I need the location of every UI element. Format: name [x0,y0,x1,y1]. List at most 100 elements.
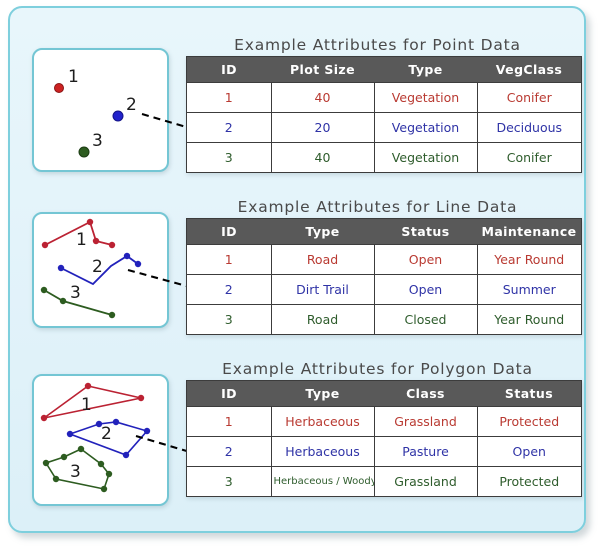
point-r3-type: Vegetation [373,142,478,173]
polygon-r2-status: Open [476,436,582,467]
polygon-header-type[interactable]: Type [271,380,374,407]
polygon-header-class[interactable]: Class [374,380,477,407]
line-1-vertex [92,237,100,245]
line-attribute-table: ID Type Status Maintenance 1 Road Open Y… [186,218,582,335]
polygon-r3-status: Protected [476,466,582,497]
point-feature-label-3: 3 [92,131,103,151]
polygon-header-id[interactable]: ID [186,380,271,407]
polygon-feature-label-1: 1 [81,395,92,415]
point-header-plotsize[interactable]: Plot Size [271,56,374,83]
point-feature-3 [78,146,90,158]
line-1-vertex [41,241,49,249]
table-row[interactable]: 1 Herbaceous Grassland Protected [186,406,582,437]
polygon-2-vertex [122,451,130,459]
line-r1-id: 1 [186,244,272,275]
section-polygon-data: Example Attributes for Polygon Data 1 2 [10,346,584,526]
line-geometry-graphic: 1 2 3 [40,218,142,319]
polygon-feature-label-2: 2 [101,424,112,444]
table-row[interactable]: 3 Herbaceous / Woody Grassland Protected [186,466,582,497]
point-attribute-table: ID Plot Size Type VegClass 1 40 Vegetati… [186,56,582,173]
polygon-table-header-row: ID Type Class Status [186,380,582,407]
polygon-geometry-graphic: 1 2 3 [40,382,151,493]
line-r3-type: Road [270,304,375,335]
section-line-data: Example Attributes for Line Data 1 2 3 I… [10,184,584,346]
line-r1-maintenance: Year Round [476,244,582,275]
table-row[interactable]: 1 Road Open Year Round [186,244,582,275]
polygon-r1-status: Protected [476,406,582,437]
section-title-line: Example Attributes for Line Data [237,198,518,216]
point-r2-type: Vegetation [373,112,478,143]
polygon-3-vertex [100,485,108,493]
polygon-r3-type: Herbaceous / Woody [270,466,375,497]
table-row[interactable]: 2 Herbaceous Pasture Open [186,436,582,467]
line-geometry-panel: 1 2 3 [32,212,169,328]
point-feature-label-2: 2 [126,95,137,115]
line-1-vertex [86,218,94,226]
line-header-status[interactable]: Status [374,218,477,245]
table-row[interactable]: 3 Road Closed Year Round [186,304,582,335]
line-1-vertex [108,241,116,249]
line-3-vertex [59,297,67,305]
point-r2-vegclass: Deciduous [476,112,582,143]
point-table-header-row: ID Plot Size Type VegClass [186,56,582,83]
table-row[interactable]: 3 40 Vegetation Conifer [186,142,582,173]
polygon-1-vertex [84,382,92,390]
line-header-type[interactable]: Type [271,218,374,245]
line-3-vertex [40,286,48,294]
polygon-r2-type: Herbaceous [270,436,375,467]
line-r3-id: 3 [186,304,272,335]
line-feature-label-1: 1 [76,230,87,250]
line-r2-status: Open [373,274,478,305]
point-r2-id: 2 [186,112,272,143]
point-header-type[interactable]: Type [374,56,477,83]
polygon-3-vertex [105,470,113,478]
table-row[interactable]: 2 20 Vegetation Deciduous [186,112,582,143]
point-feature-2 [112,110,124,122]
section-title-point: Example Attributes for Point Data [234,36,521,54]
line-2-vertex [123,252,131,260]
line-2-vertex [134,260,142,268]
point-r1-plotsize: 40 [270,82,375,113]
point-geometry-graphic: 1 2 3 [54,67,137,158]
polygon-2-vertex [112,418,120,426]
table-row[interactable]: 2 Dirt Trail Open Summer [186,274,582,305]
line-header-id[interactable]: ID [186,218,271,245]
polygon-2-vertex [66,430,74,438]
polygon-3-vertex [77,445,85,453]
polygon-3-vertex [60,453,68,461]
point-r3-vegclass: Conifer [476,142,582,173]
point-header-vegclass[interactable]: VegClass [477,56,582,83]
line-feature-label-2: 2 [92,257,103,277]
line-r2-id: 2 [186,274,272,305]
point-r2-plotsize: 20 [270,112,375,143]
polygon-feature-1 [43,385,142,419]
line-r2-maintenance: Summer [476,274,582,305]
point-geometry-panel: 1 2 3 [32,48,169,172]
line-feature-label-3: 3 [70,283,81,303]
point-r3-id: 3 [186,142,272,173]
polygon-1-vertex [137,394,145,402]
polygon-r1-id: 1 [186,406,272,437]
table-row[interactable]: 1 40 Vegetation Conifer [186,82,582,113]
polygon-r1-class: Grassland [373,406,478,437]
polygon-1-vertex [40,414,48,422]
line-r3-status: Closed [373,304,478,335]
point-header-id[interactable]: ID [186,56,271,83]
point-r1-vegclass: Conifer [476,82,582,113]
polygon-r1-type: Herbaceous [270,406,375,437]
point-feature-1 [54,83,64,93]
point-r3-plotsize: 40 [270,142,375,173]
line-header-maintenance[interactable]: Maintenance [477,218,582,245]
polygon-header-status[interactable]: Status [477,380,582,407]
polygon-3-vertex [52,475,60,483]
line-r1-status: Open [373,244,478,275]
point-r1-id: 1 [186,82,272,113]
polygon-r3-class: Grassland [373,466,478,497]
polygon-r2-class: Pasture [373,436,478,467]
polygon-r3-id: 3 [186,466,272,497]
line-table-header-row: ID Type Status Maintenance [186,218,582,245]
polygon-3-vertex [97,460,105,468]
figure-frame: Example Attributes for Point Data 1 2 3 [8,6,586,533]
polygon-r2-id: 2 [186,436,272,467]
point-r1-type: Vegetation [373,82,478,113]
